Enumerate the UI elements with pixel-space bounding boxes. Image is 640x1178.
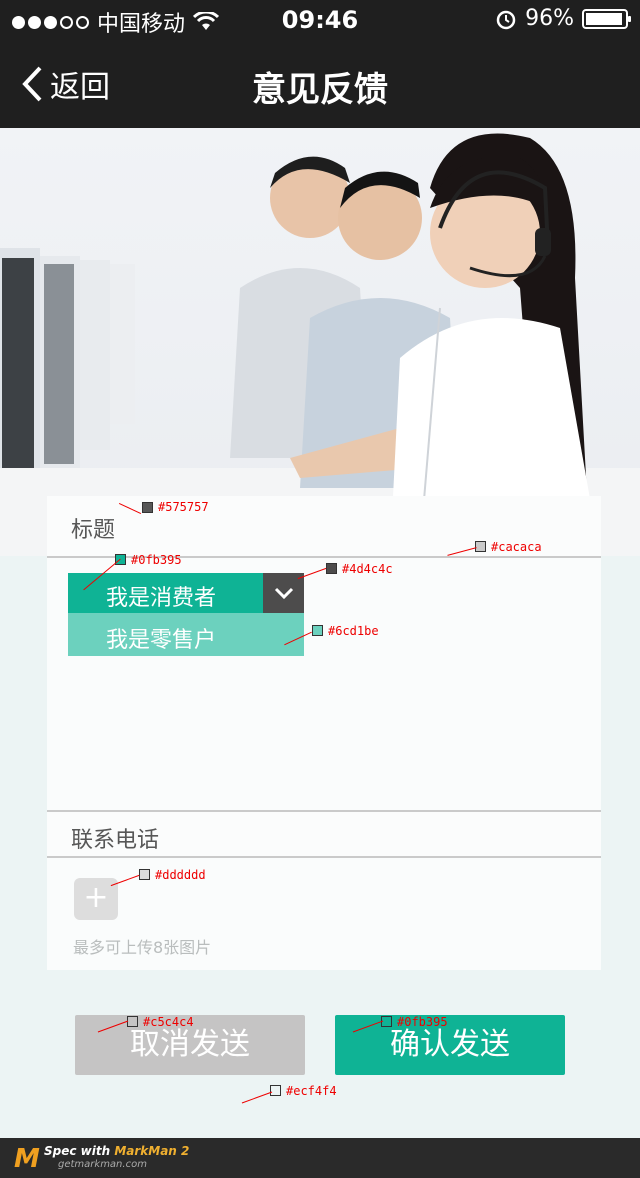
annotation-line xyxy=(241,1091,273,1104)
swatch-dddddd xyxy=(139,869,150,880)
hero-image xyxy=(0,128,640,556)
status-right: 96% xyxy=(495,6,631,31)
site-text: getmarkman.com xyxy=(58,1159,147,1170)
annotation-label: #4d4c4c xyxy=(342,562,393,576)
swatch-6cd1be xyxy=(312,625,323,636)
annotation-label: #ecf4f4 xyxy=(286,1084,337,1098)
confirm-send-button[interactable]: 确认发送 xyxy=(335,1015,565,1075)
swatch-575757 xyxy=(142,502,153,513)
swatch-c5c4c4 xyxy=(127,1016,138,1027)
phone-label: 联系电话 xyxy=(71,828,160,853)
annotation-label: #575757 xyxy=(158,500,209,514)
title-label: 标题 xyxy=(71,518,116,543)
plus-icon: + xyxy=(83,880,109,915)
annotation-label: #0fb395 xyxy=(397,1015,448,1029)
annotation-label: #c5c4c4 xyxy=(143,1015,194,1029)
markman-footer: M Spec with MarkMan 2 getmarkman.com xyxy=(0,1138,640,1178)
feedback-form: 标题 我是消费者 我是零售户 联系电话 + 最多可上传8张图片 xyxy=(47,496,601,970)
annotation-label: #6cd1be xyxy=(328,624,379,638)
annotation-label: #dddddd xyxy=(155,868,206,882)
identity-option-retailer[interactable]: 我是零售户 xyxy=(68,613,304,656)
page-title: 意见反馈 xyxy=(252,70,388,110)
phone-row[interactable]: 联系电话 xyxy=(47,810,601,858)
status-bar: 中国移动 09:46 96% xyxy=(0,0,640,40)
identity-option-label: 我是零售户 xyxy=(106,628,217,653)
battery-icon xyxy=(582,8,631,29)
annotation-label: #cacaca xyxy=(491,540,542,554)
markman-logo: M xyxy=(14,1144,40,1174)
spec-text: Spec with MarkMan 2 xyxy=(44,1144,190,1158)
identity-select-value: 我是消费者 xyxy=(106,586,217,611)
annotation-label: #0fb395 xyxy=(131,553,182,567)
alarm-icon xyxy=(496,10,516,29)
customer-service-illustration xyxy=(0,133,640,556)
chevron-down-icon xyxy=(274,587,294,600)
swatch-cacaca xyxy=(475,541,486,552)
nav-bar: 返回 意见反馈 xyxy=(0,40,640,128)
battery-percent: 96% xyxy=(525,6,574,31)
upload-hint: 最多可上传8张图片 xyxy=(73,938,212,957)
swatch-4d4c4c xyxy=(326,563,337,574)
